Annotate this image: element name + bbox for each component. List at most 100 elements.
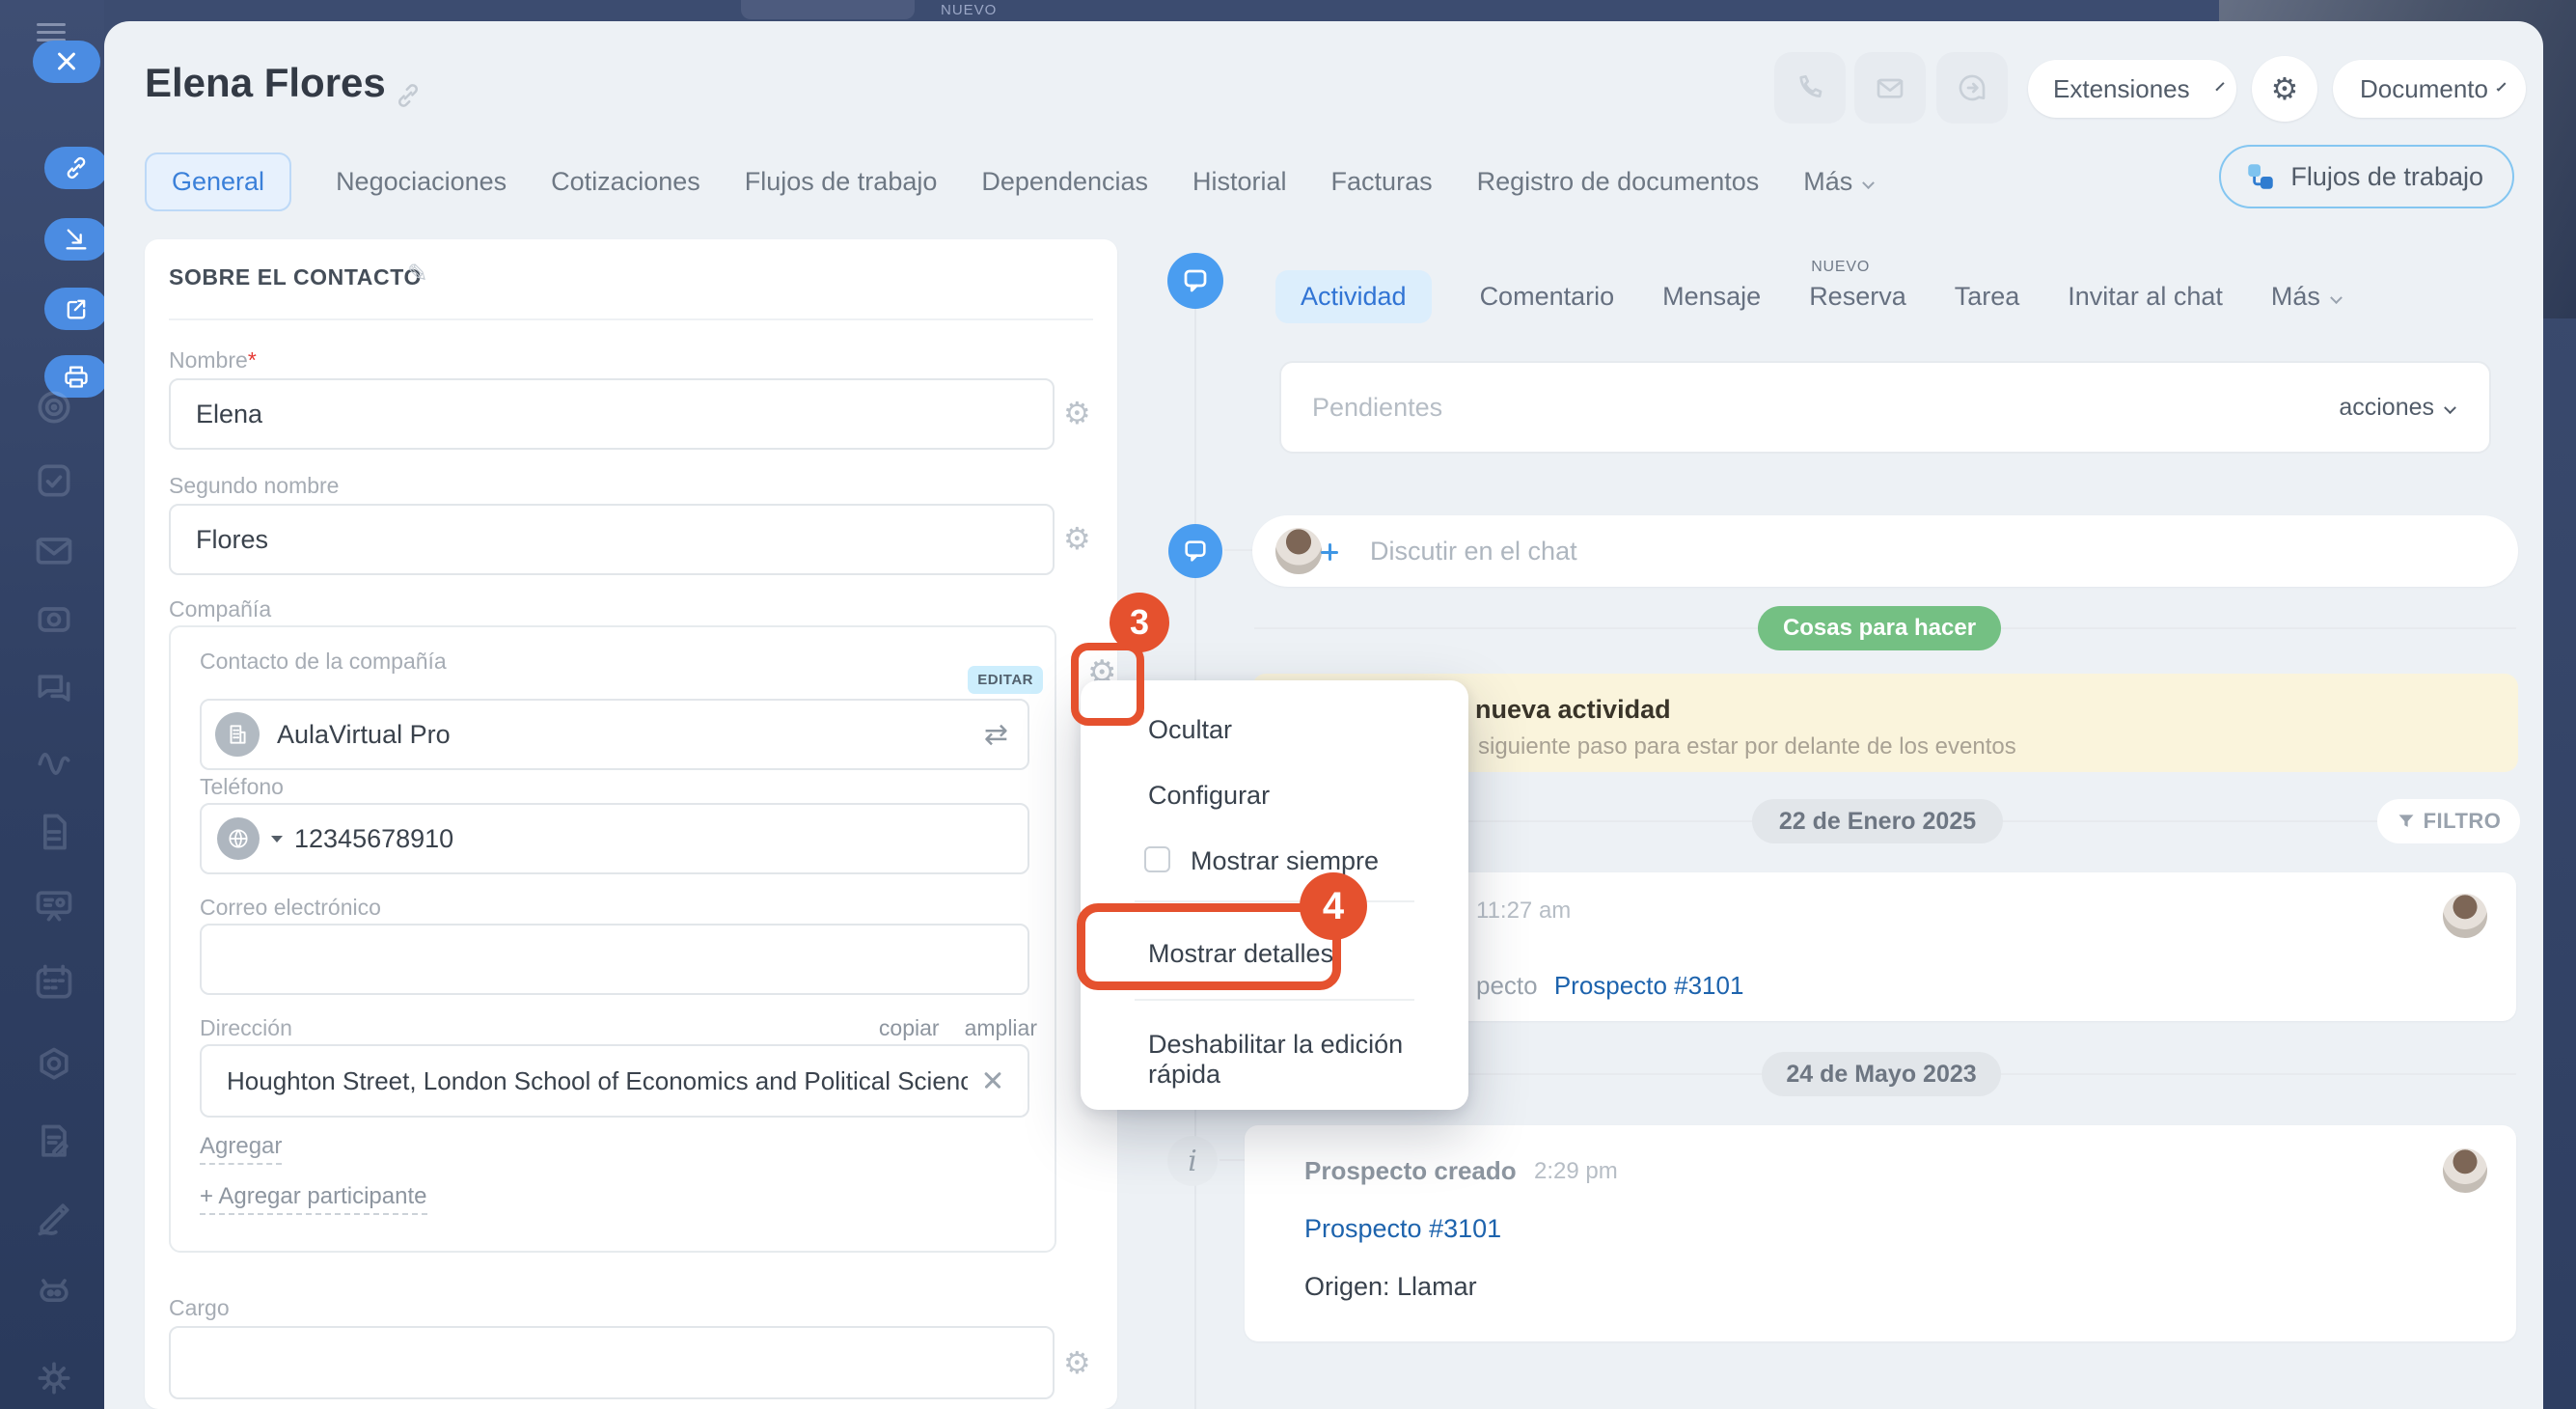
prospect-link[interactable]: Prospecto #3101 xyxy=(1304,1214,1501,1244)
presentation-icon[interactable] xyxy=(33,884,75,926)
tab-comentario[interactable]: Comentario xyxy=(1480,282,1615,312)
sidebar-item-link[interactable] xyxy=(44,147,108,189)
filter-label: FILTRO xyxy=(2424,809,2502,834)
settings-icon[interactable] xyxy=(33,1357,75,1399)
filter-button[interactable]: FILTRO xyxy=(2377,799,2520,843)
document-dropdown[interactable]: Documento xyxy=(2333,60,2526,118)
chat-input[interactable]: Discutir en el chat xyxy=(1252,515,2518,587)
tab-bar: General Negociaciones Cotizaciones Flujo… xyxy=(145,151,1873,212)
email-field[interactable] xyxy=(200,924,1029,995)
envelope-icon xyxy=(1875,72,1905,103)
backdrop-tab xyxy=(741,0,915,19)
activity-tab-bar: Actividad Comentario Mensaje NUEVOReserv… xyxy=(1275,270,2341,323)
tab-invitar[interactable]: Invitar al chat xyxy=(2068,282,2223,312)
tab-registro[interactable]: Registro de documentos xyxy=(1477,167,1760,197)
position-field[interactable] xyxy=(169,1326,1055,1399)
chat-action-button[interactable] xyxy=(1936,52,2008,124)
show-always-checkbox[interactable] xyxy=(1144,846,1170,872)
name-field[interactable]: Elena xyxy=(169,378,1055,450)
address-actions: copiar ampliar xyxy=(879,1015,1037,1041)
tab-cotizaciones[interactable]: Cotizaciones xyxy=(551,167,700,197)
workflow-icon xyxy=(2244,160,2277,193)
camera-icon[interactable] xyxy=(33,598,75,641)
entry-title: Prospecto creado xyxy=(1304,1156,1517,1186)
show-always-label[interactable]: Mostrar siempre xyxy=(1191,846,1379,876)
position-field-gear-icon[interactable]: ⚙ xyxy=(1063,1347,1091,1378)
edit-badge[interactable]: EDITAR xyxy=(968,666,1043,694)
phone-country-caret-icon[interactable] xyxy=(271,836,283,843)
tab-general[interactable]: General xyxy=(145,152,291,211)
company-field[interactable]: AulaVirtual Pro ⇄ xyxy=(200,699,1029,770)
chevron-down-icon xyxy=(2497,81,2507,91)
nuevo-badge: NUEVO xyxy=(1811,259,1870,276)
tab-negociaciones[interactable]: Negociaciones xyxy=(336,167,507,197)
link-icon xyxy=(63,154,90,181)
sidebar-item-open-external[interactable] xyxy=(44,288,108,330)
phone-field[interactable]: 12345678910 xyxy=(200,803,1029,874)
close-button[interactable] xyxy=(33,41,100,83)
menu-icon[interactable] xyxy=(37,31,66,34)
clear-address-icon[interactable] xyxy=(983,1071,1002,1091)
tab-activity-more[interactable]: Más xyxy=(2271,282,2341,312)
backdrop-nuevo-label: NUEVO xyxy=(941,2,997,18)
tab-dependencias[interactable]: Dependencias xyxy=(981,167,1148,197)
entry-origin: Origen: Llamar xyxy=(1304,1272,1477,1302)
contact-slider: Elena Flores Extensiones ⚙ Documento Gen… xyxy=(104,21,2543,1409)
edit-section-icon[interactable]: ✎ xyxy=(407,259,428,289)
middle-name-field-gear-icon[interactable]: ⚙ xyxy=(1063,523,1091,554)
target-icon[interactable] xyxy=(33,386,75,428)
pending-box[interactable]: Pendientes acciones xyxy=(1279,361,2491,454)
crm-icon[interactable] xyxy=(33,737,75,780)
address-field[interactable]: Houghton Street, London School of Econom… xyxy=(200,1044,1029,1118)
tab-reserva[interactable]: NUEVOReserva xyxy=(1809,282,1906,312)
tab-tarea[interactable]: Tarea xyxy=(1955,282,2020,312)
tab-historial[interactable]: Historial xyxy=(1192,167,1287,197)
tab-mensaje[interactable]: Mensaje xyxy=(1662,282,1761,312)
swap-company-icon[interactable]: ⇄ xyxy=(984,718,1008,752)
add-participant-link[interactable]: + Agregar participante xyxy=(200,1183,427,1215)
timeline-entry: Prospecto creado 2:29 pm Prospecto #3101… xyxy=(1245,1125,2516,1341)
add-link[interactable]: Agregar xyxy=(200,1133,282,1165)
automation-icon[interactable] xyxy=(33,1044,75,1087)
tab-actividad[interactable]: Actividad xyxy=(1275,270,1432,323)
bot-icon[interactable] xyxy=(33,1270,75,1312)
email-button[interactable] xyxy=(1854,52,1926,124)
middle-name-field[interactable]: Flores xyxy=(169,504,1055,575)
menu-item-configure[interactable]: Configurar xyxy=(1148,781,1270,811)
tab-more[interactable]: Más xyxy=(1803,167,1873,197)
address-label: Dirección xyxy=(200,1015,292,1041)
workflows-button[interactable]: Flujos de trabajo xyxy=(2219,145,2514,208)
document-icon[interactable] xyxy=(33,811,75,853)
arrow-inward-icon xyxy=(63,226,90,253)
company-icon xyxy=(215,712,260,757)
messenger-icon[interactable] xyxy=(33,668,75,710)
expand-address-link[interactable]: ampliar xyxy=(965,1015,1037,1041)
menu-item-hide[interactable]: Ocultar xyxy=(1148,715,1232,745)
actions-dropdown[interactable]: acciones xyxy=(2339,394,2454,422)
mail-icon[interactable] xyxy=(33,529,75,571)
sidebar-item-pointer[interactable] xyxy=(44,218,108,261)
settings-button[interactable]: ⚙ xyxy=(2252,56,2317,122)
tab-facturas[interactable]: Facturas xyxy=(1331,167,1433,197)
chat-bubble-icon xyxy=(1182,538,1209,565)
sign-icon[interactable] xyxy=(33,1197,75,1239)
prospect-link[interactable]: Prospecto #3101 xyxy=(1554,971,1744,1000)
chevron-down-icon xyxy=(2215,82,2224,91)
tasks-icon[interactable] xyxy=(33,459,75,502)
sidebar xyxy=(0,0,104,1409)
phone-icon xyxy=(1795,72,1825,103)
extensions-dropdown[interactable]: Extensiones xyxy=(2028,60,2236,118)
menu-item-disable-quick-edit[interactable]: Deshabilitar la edición rápida xyxy=(1148,1030,1468,1090)
contract-icon[interactable] xyxy=(33,1121,75,1164)
timeline-chat-dot xyxy=(1167,253,1223,309)
copy-link-icon[interactable] xyxy=(394,81,423,110)
workflows-label: Flujos de trabajo xyxy=(2290,162,2483,192)
avatar xyxy=(2441,892,2489,940)
phone-value: 12345678910 xyxy=(294,824,453,854)
call-button[interactable] xyxy=(1774,52,1846,124)
name-field-gear-icon[interactable]: ⚙ xyxy=(1063,398,1091,428)
copy-address-link[interactable]: copiar xyxy=(879,1015,940,1041)
calendar-icon[interactable] xyxy=(33,961,75,1004)
page-title: Elena Flores xyxy=(145,60,386,106)
tab-flujos[interactable]: Flujos de trabajo xyxy=(745,167,938,197)
